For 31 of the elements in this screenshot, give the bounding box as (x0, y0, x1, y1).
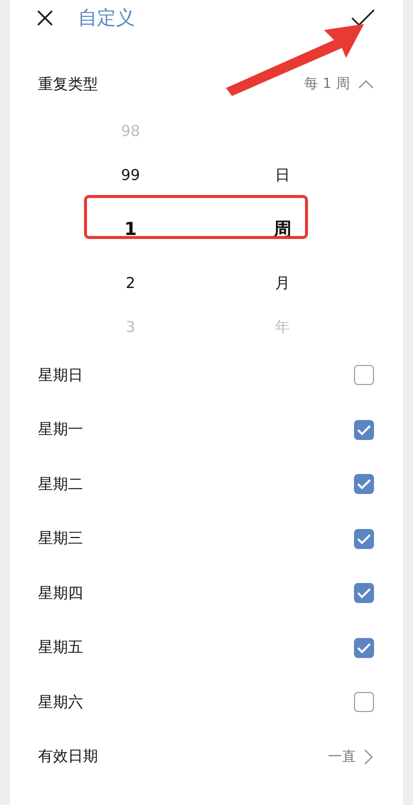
weekday-label: 星期四 (38, 584, 84, 603)
weekday-label: 星期三 (38, 529, 84, 548)
page-title: 自定义 (78, 6, 136, 31)
weekday-label: 星期二 (38, 474, 84, 494)
repeat-type-value: 每 1 周 (304, 75, 350, 93)
picker-option[interactable]: 2 (126, 274, 136, 292)
valid-date-label: 有效日期 (38, 747, 99, 766)
checkbox[interactable] (354, 420, 374, 440)
picker-option[interactable]: 周 (274, 217, 292, 241)
chevron-icon[interactable] (358, 79, 374, 89)
close-icon (36, 9, 54, 27)
picker-option[interactable]: 月 (275, 274, 290, 292)
check-icon (351, 9, 375, 27)
confirm-button[interactable] (351, 9, 375, 27)
checkbox[interactable] (354, 638, 374, 658)
valid-date-value: 一直 (328, 748, 356, 766)
checkbox[interactable] (354, 528, 374, 549)
weekday-label: 星期六 (38, 692, 84, 712)
chevron-right-icon[interactable] (364, 748, 374, 765)
picker-option[interactable]: 99 (120, 166, 140, 184)
checkbox[interactable] (354, 583, 374, 604)
weekday-label: 星期一 (38, 420, 84, 440)
weekday-label: 星期五 (38, 638, 84, 658)
checkbox[interactable] (354, 692, 374, 712)
picker-option[interactable]: 1 (124, 218, 137, 240)
repeat-type-label: 重复类型 (38, 74, 99, 94)
checkbox[interactable] (354, 474, 374, 494)
checkbox[interactable] (354, 365, 374, 386)
picker-option[interactable]: 日 (275, 166, 290, 184)
close-button[interactable] (36, 9, 54, 27)
weekday-label: 星期日 (38, 366, 84, 385)
